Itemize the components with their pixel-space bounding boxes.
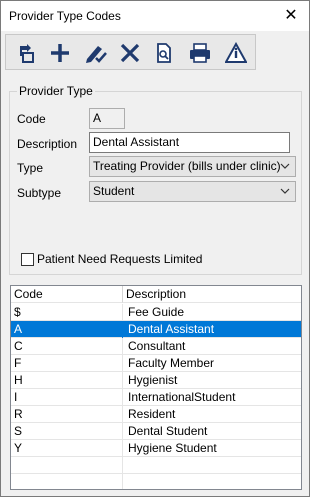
edit-button[interactable] (80, 38, 112, 68)
code-cell: $ (11, 304, 123, 321)
description-cell: Fee Guide (128, 305, 185, 319)
description-cell: InternationalStudent (128, 390, 236, 404)
window-title: Provider Type Codes (9, 9, 121, 23)
preview-icon (157, 43, 171, 63)
code-cell: F (11, 355, 123, 372)
code-cell: C (11, 338, 123, 355)
code-cell: S (11, 423, 123, 440)
toolbar (5, 34, 256, 70)
code-label: Code (17, 112, 46, 126)
table-row[interactable]: F Faculty Member (11, 355, 301, 372)
edit-icon (86, 46, 107, 63)
empty-row (11, 457, 301, 474)
description-cell: Resident (128, 407, 176, 421)
type-label: Type (17, 161, 44, 175)
delete-icon (120, 43, 140, 63)
description-cell: Faculty Member (128, 356, 215, 370)
add-button[interactable] (44, 38, 76, 68)
description-cell: Hygiene Student (128, 441, 217, 455)
column-header-description[interactable]: Description (123, 286, 301, 303)
table-row[interactable]: Y Hygiene Student (11, 440, 301, 457)
empty-row (11, 474, 301, 489)
empty-cell (11, 457, 123, 474)
delete-button[interactable] (114, 38, 146, 68)
code-field[interactable]: A (89, 108, 125, 129)
description-cell: Consultant (128, 339, 186, 353)
close-icon: ✕ (284, 7, 298, 24)
description-label: Description (17, 137, 78, 151)
refresh-icon (20, 44, 34, 63)
description-cell: Hygienist (128, 373, 178, 387)
group-label: Provider Type (17, 84, 95, 98)
table-row[interactable]: I InternationalStudent (11, 389, 301, 406)
code-cell: Y (11, 440, 123, 457)
table-row[interactable]: H Hygienist (11, 372, 301, 389)
chevron-down-icon (280, 163, 290, 169)
refresh-button[interactable] (10, 38, 42, 68)
code-cell: I (11, 389, 123, 406)
code-cell: A (11, 321, 123, 338)
description-field[interactable]: Dental Assistant (89, 132, 290, 153)
table-row[interactable]: R Resident (11, 406, 301, 423)
description-cell: Dental Assistant (128, 322, 215, 336)
title-bar: Provider Type Codes ✕ (1, 1, 309, 31)
list-rows: $ Fee Guide A Dental Assistant C Consultant F F… (11, 304, 301, 489)
table-row[interactable]: C Consultant (11, 338, 301, 355)
info-button[interactable] (220, 38, 252, 68)
code-cell: H (11, 372, 123, 389)
type-value: Treating Provider (bills under clinic) (93, 159, 281, 173)
info-icon (225, 42, 247, 63)
table-row[interactable]: S Dental Student (11, 423, 301, 440)
subtype-value: Student (93, 184, 135, 198)
subtype-label: Subtype (17, 186, 62, 200)
print-button[interactable] (184, 38, 216, 68)
patient-need-requests-checkbox[interactable] (21, 253, 34, 266)
table-row[interactable]: A Dental Assistant (11, 321, 301, 338)
print-icon (190, 43, 210, 63)
provider-type-list[interactable]: Code Description $ Fee Guide A Dental Assis… (10, 285, 302, 490)
preview-button[interactable] (148, 38, 180, 68)
provider-type-codes-window: Provider Type Codes ✕ Provider Type Code… (0, 0, 310, 497)
close-button[interactable]: ✕ (273, 1, 309, 31)
column-header-code[interactable]: Code (11, 286, 123, 303)
code-cell: R (11, 406, 123, 423)
patient-need-requests-label: Patient Need Requests Limited (37, 252, 203, 266)
add-icon (51, 44, 69, 62)
table-row[interactable]: $ Fee Guide (11, 304, 301, 321)
chevron-down-icon (280, 188, 290, 194)
subtype-select[interactable]: Student (89, 181, 296, 202)
type-select[interactable]: Treating Provider (bills under clinic) (89, 156, 296, 177)
description-cell: Dental Student (128, 424, 208, 438)
empty-cell (11, 474, 123, 489)
